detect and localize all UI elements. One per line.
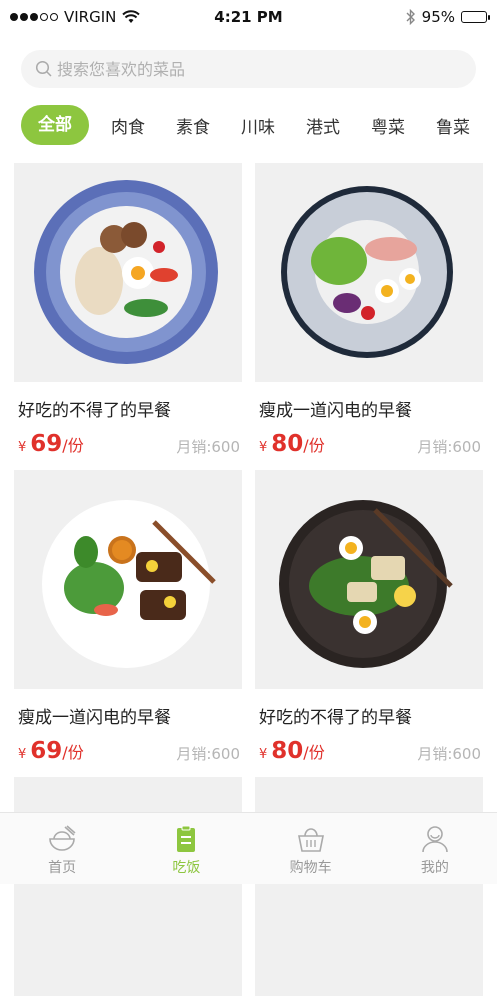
category-tabs: 全部 肉食 素食 川味 港式 粤菜 鲁菜: [21, 105, 497, 145]
dish-price: ¥ 80 /份: [259, 738, 325, 764]
dish-image[interactable]: [255, 163, 483, 382]
search-icon: [35, 60, 52, 77]
basket-icon: [297, 828, 324, 852]
tab-me[interactable]: 我的: [373, 813, 497, 884]
bluetooth-icon: [406, 9, 415, 25]
category-tab-vegetarian[interactable]: 素食: [176, 113, 210, 138]
dish-card[interactable]: 好吃的不得了的早餐 ¥ 80 /份 月销:600: [255, 470, 483, 764]
monthly-sales: 月销:600: [417, 438, 481, 456]
dish-image[interactable]: [255, 470, 483, 689]
category-tab-meat[interactable]: 肉食: [111, 113, 145, 138]
price-unit: /份: [303, 436, 325, 455]
price-value: 80: [271, 431, 304, 457]
bottom-tab-bar: 首页 吃饭 购物车 我的: [0, 812, 497, 884]
dish-card[interactable]: [14, 777, 242, 996]
price-unit: /份: [62, 436, 84, 455]
dish-meta: ¥ 69 /份 月销:600: [14, 431, 242, 457]
battery-icon: [461, 11, 490, 23]
user-icon: [422, 826, 448, 853]
currency-symbol: ¥: [18, 747, 27, 762]
currency-symbol: ¥: [259, 440, 268, 455]
dish-card[interactable]: 瘦成一道闪电的早餐 ¥ 80 /份 月销:600: [255, 163, 483, 457]
status-bar: VIRGIN 4:21 PM 95%: [0, 0, 497, 36]
dish-meta: ¥ 69 /份 月销:600: [14, 738, 242, 764]
dish-name: 瘦成一道闪电的早餐: [18, 708, 171, 728]
dish-card[interactable]: 好吃的不得了的早餐 ¥ 69 /份 月销:600: [14, 163, 242, 457]
tab-label: 我的: [420, 860, 449, 876]
tab-label: 购物车: [289, 860, 332, 876]
battery-percent: 95%: [421, 8, 455, 26]
category-tab-sichuan[interactable]: 川味: [241, 113, 275, 138]
search-bar[interactable]: [21, 50, 476, 88]
monthly-sales: 月销:600: [176, 745, 240, 763]
tab-home[interactable]: 首页: [0, 813, 124, 884]
dish-image[interactable]: [255, 777, 483, 996]
rice-bowl-icon: [49, 825, 76, 851]
price-value: 69: [30, 431, 63, 457]
dish-price: ¥ 69 /份: [18, 738, 84, 764]
category-tab-cantonese[interactable]: 粤菜: [371, 113, 405, 138]
dish-image[interactable]: [14, 777, 242, 996]
dish-meta: ¥ 80 /份 月销:600: [255, 431, 483, 457]
tab-cart[interactable]: 购物车: [249, 813, 373, 884]
currency-symbol: ¥: [18, 440, 27, 455]
price-value: 69: [30, 738, 63, 764]
category-tab-hongkong[interactable]: 港式: [306, 113, 340, 138]
dish-price: ¥ 80 /份: [259, 431, 325, 457]
clipboard-icon: [177, 825, 196, 852]
price-unit: /份: [62, 743, 84, 762]
price-value: 80: [271, 738, 304, 764]
dish-card[interactable]: 瘦成一道闪电的早餐 ¥ 69 /份 月销:600: [14, 470, 242, 764]
dish-card[interactable]: [255, 777, 483, 996]
tab-eat[interactable]: 吃饭: [124, 813, 248, 884]
status-right: 95%: [406, 8, 490, 26]
monthly-sales: 月销:600: [417, 745, 481, 763]
dish-price: ¥ 69 /份: [18, 431, 84, 457]
price-unit: /份: [303, 743, 325, 762]
monthly-sales: 月销:600: [176, 438, 240, 456]
dish-name: 瘦成一道闪电的早餐: [259, 401, 412, 421]
dish-name: 好吃的不得了的早餐: [259, 708, 412, 728]
dish-name: 好吃的不得了的早餐: [18, 401, 171, 421]
dish-image[interactable]: [14, 163, 242, 382]
currency-symbol: ¥: [259, 747, 268, 762]
category-tab-shandong[interactable]: 鲁菜: [436, 113, 470, 138]
dish-image[interactable]: [14, 470, 242, 689]
tab-label: 首页: [48, 860, 77, 876]
tab-label: 吃饭: [172, 860, 201, 876]
dish-meta: ¥ 80 /份 月销:600: [255, 738, 483, 764]
search-input[interactable]: [57, 59, 437, 79]
category-tab-all[interactable]: 全部: [21, 105, 89, 145]
